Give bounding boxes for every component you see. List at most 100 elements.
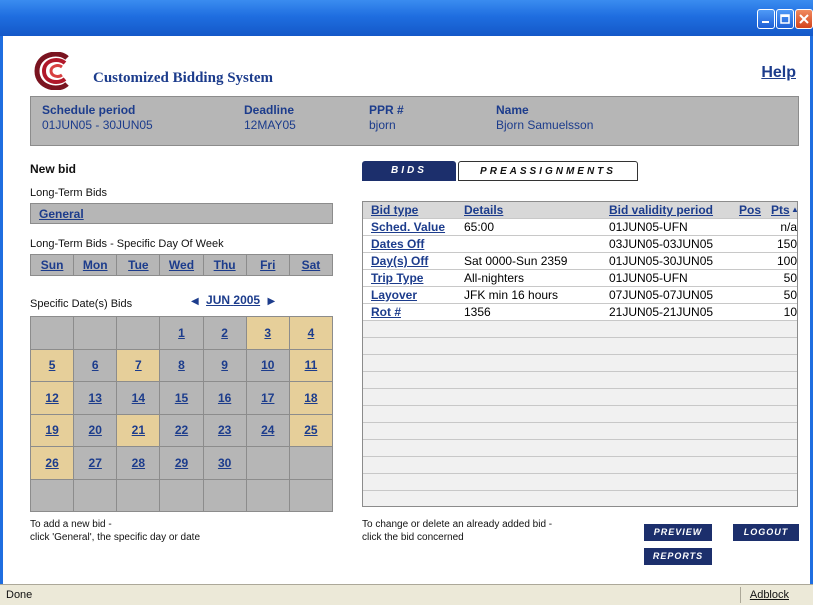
bid-type-link[interactable]: Rot # xyxy=(371,305,401,319)
day-fri[interactable]: Fri xyxy=(247,255,290,275)
bid-validity-period: 01JUN05-30JUN05 xyxy=(609,254,714,268)
schedule-period: Schedule period 01JUN05 - 30JUN05 xyxy=(42,103,153,133)
calendar-day[interactable]: 6 xyxy=(74,349,117,381)
sort-up-icon[interactable]: ▲ xyxy=(791,205,797,214)
calendar-day[interactable]: 13 xyxy=(74,382,117,414)
bid-points: 50 xyxy=(783,271,797,285)
calendar-day[interactable]: 20 xyxy=(74,414,117,446)
calendar-day[interactable]: 29 xyxy=(160,447,203,479)
col-bid-type[interactable]: Bid type xyxy=(371,203,418,217)
calendar-day[interactable]: 9 xyxy=(203,349,246,381)
table-empty-row xyxy=(363,355,797,372)
minimize-icon[interactable] xyxy=(757,9,775,29)
bid-validity-period: 07JUN05-07JUN05 xyxy=(609,288,714,302)
next-month-icon[interactable]: ▶ xyxy=(267,296,275,307)
prev-month-icon[interactable]: ◀ xyxy=(191,296,199,307)
day-wed[interactable]: Wed xyxy=(160,255,204,275)
change-bid-hint-line1: To change or delete an already added bid… xyxy=(362,519,553,530)
general-bid-link[interactable]: General xyxy=(39,207,84,221)
col-pts[interactable]: Pts xyxy=(771,203,790,217)
col-validity[interactable]: Bid validity period xyxy=(609,203,713,217)
preview-button[interactable]: PREVIEW xyxy=(644,524,712,541)
calendar-day[interactable]: 28 xyxy=(117,447,160,479)
calendar-day[interactable]: 7 xyxy=(117,349,160,381)
table-row[interactable]: Rot # 1356 21JUN05-21JUN05 10 xyxy=(363,304,797,321)
status-separator xyxy=(740,587,741,603)
tab-preassignments[interactable]: PREASSIGNMENTS xyxy=(458,161,638,181)
ppr: PPR # bjorn xyxy=(369,103,404,133)
col-details[interactable]: Details xyxy=(464,203,503,217)
calendar-day[interactable]: 15 xyxy=(160,382,203,414)
bid-type-link[interactable]: Dates Off xyxy=(371,237,424,251)
maximize-icon[interactable] xyxy=(776,9,794,29)
bid-points: 50 xyxy=(783,288,797,302)
calendar-day[interactable]: 16 xyxy=(203,382,246,414)
calendar-day[interactable]: 3 xyxy=(246,317,289,349)
calendar-day[interactable]: 8 xyxy=(160,349,203,381)
help-link[interactable]: Help xyxy=(761,64,796,82)
calendar-day[interactable]: 22 xyxy=(160,414,203,446)
schedule-info-panel: Schedule period 01JUN05 - 30JUN05 Deadli… xyxy=(30,96,799,146)
calendar-empty-cell xyxy=(203,479,246,511)
bid-details: 1356 xyxy=(464,305,491,319)
calendar-day[interactable]: 4 xyxy=(289,317,332,349)
calendar-day[interactable]: 27 xyxy=(74,447,117,479)
table-row[interactable]: Trip Type All-nighters 01JUN05-UFN 50 xyxy=(363,270,797,287)
calendar-empty-cell xyxy=(289,447,332,479)
bid-type-link[interactable]: Layover xyxy=(371,288,417,302)
day-sat[interactable]: Sat xyxy=(290,255,332,275)
table-empty-row xyxy=(363,321,797,338)
reports-button[interactable]: REPORTS xyxy=(644,548,712,565)
add-bid-hint-line1: To add a new bid - xyxy=(30,519,112,530)
table-row[interactable]: Day(s) Off Sat 0000-Sun 2359 01JUN05-30JUN… xyxy=(363,253,797,270)
tab-bids[interactable]: BIDS xyxy=(362,161,456,181)
change-bid-hint: To change or delete an already added bid… xyxy=(362,518,552,544)
month-label[interactable]: JUN 2005 xyxy=(206,293,260,307)
day-mon[interactable]: Mon xyxy=(74,255,118,275)
page-frame: Customized Bidding System Help Schedule … xyxy=(0,36,813,584)
adblock-link[interactable]: Adblock xyxy=(750,589,789,601)
window-controls xyxy=(757,9,813,29)
bid-validity-period: 03JUN05-03JUN05 xyxy=(609,237,714,251)
calendar-empty-cell xyxy=(117,317,160,349)
calendar-day[interactable]: 18 xyxy=(289,382,332,414)
table-row[interactable]: Dates Off 03JUN05-03JUN05 150 xyxy=(363,236,797,253)
calendar-empty-cell xyxy=(289,479,332,511)
calendar-day[interactable]: 25 xyxy=(289,414,332,446)
calendar-empty-cell xyxy=(246,479,289,511)
day-thu[interactable]: Thu xyxy=(204,255,247,275)
bid-type-link[interactable]: Sched. Value xyxy=(371,220,445,234)
calendar-day[interactable]: 10 xyxy=(246,349,289,381)
calendar-day[interactable]: 30 xyxy=(203,447,246,479)
table-row[interactable]: Layover JFK min 16 hours 07JUN05-07JUN05 50 xyxy=(363,287,797,304)
schedule-period-value: 01JUN05 - 30JUN05 xyxy=(42,118,153,132)
day-tue[interactable]: Tue xyxy=(117,255,161,275)
calendar-day[interactable]: 23 xyxy=(203,414,246,446)
calendar-day[interactable]: 12 xyxy=(31,382,74,414)
day-sun[interactable]: Sun xyxy=(31,255,75,275)
calendar-day[interactable]: 21 xyxy=(117,414,160,446)
bid-points: 100 xyxy=(776,254,797,268)
logout-button[interactable]: LOGOUT xyxy=(733,524,799,541)
col-pos[interactable]: Pos xyxy=(739,203,761,217)
calendar-day[interactable]: 19 xyxy=(31,414,74,446)
calendar-day[interactable]: 1 xyxy=(160,317,203,349)
calendar-empty-cell xyxy=(117,479,160,511)
close-icon[interactable] xyxy=(795,9,813,29)
calendar-day[interactable]: 14 xyxy=(117,382,160,414)
calendar-day[interactable]: 11 xyxy=(289,349,332,381)
table-empty-row xyxy=(363,406,797,423)
bid-type-link[interactable]: Day(s) Off xyxy=(371,254,428,268)
name: Name Bjorn Samuelsson xyxy=(496,103,593,133)
app-title: Customized Bidding System xyxy=(93,70,274,86)
calendar-day[interactable]: 24 xyxy=(246,414,289,446)
day-of-week-heading: Long-Term Bids - Specific Day Of Week xyxy=(30,238,224,250)
calendar-day[interactable]: 17 xyxy=(246,382,289,414)
table-row[interactable]: Sched. Value 65:00 01JUN05-UFN n/a xyxy=(363,219,797,236)
calendar-day[interactable]: 26 xyxy=(31,447,74,479)
calendar-day[interactable]: 2 xyxy=(203,317,246,349)
calendar-day[interactable]: 5 xyxy=(31,349,74,381)
bid-validity-period: 21JUN05-21JUN05 xyxy=(609,305,714,319)
bid-type-link[interactable]: Trip Type xyxy=(371,271,423,285)
general-bid-row[interactable]: General xyxy=(30,203,333,224)
